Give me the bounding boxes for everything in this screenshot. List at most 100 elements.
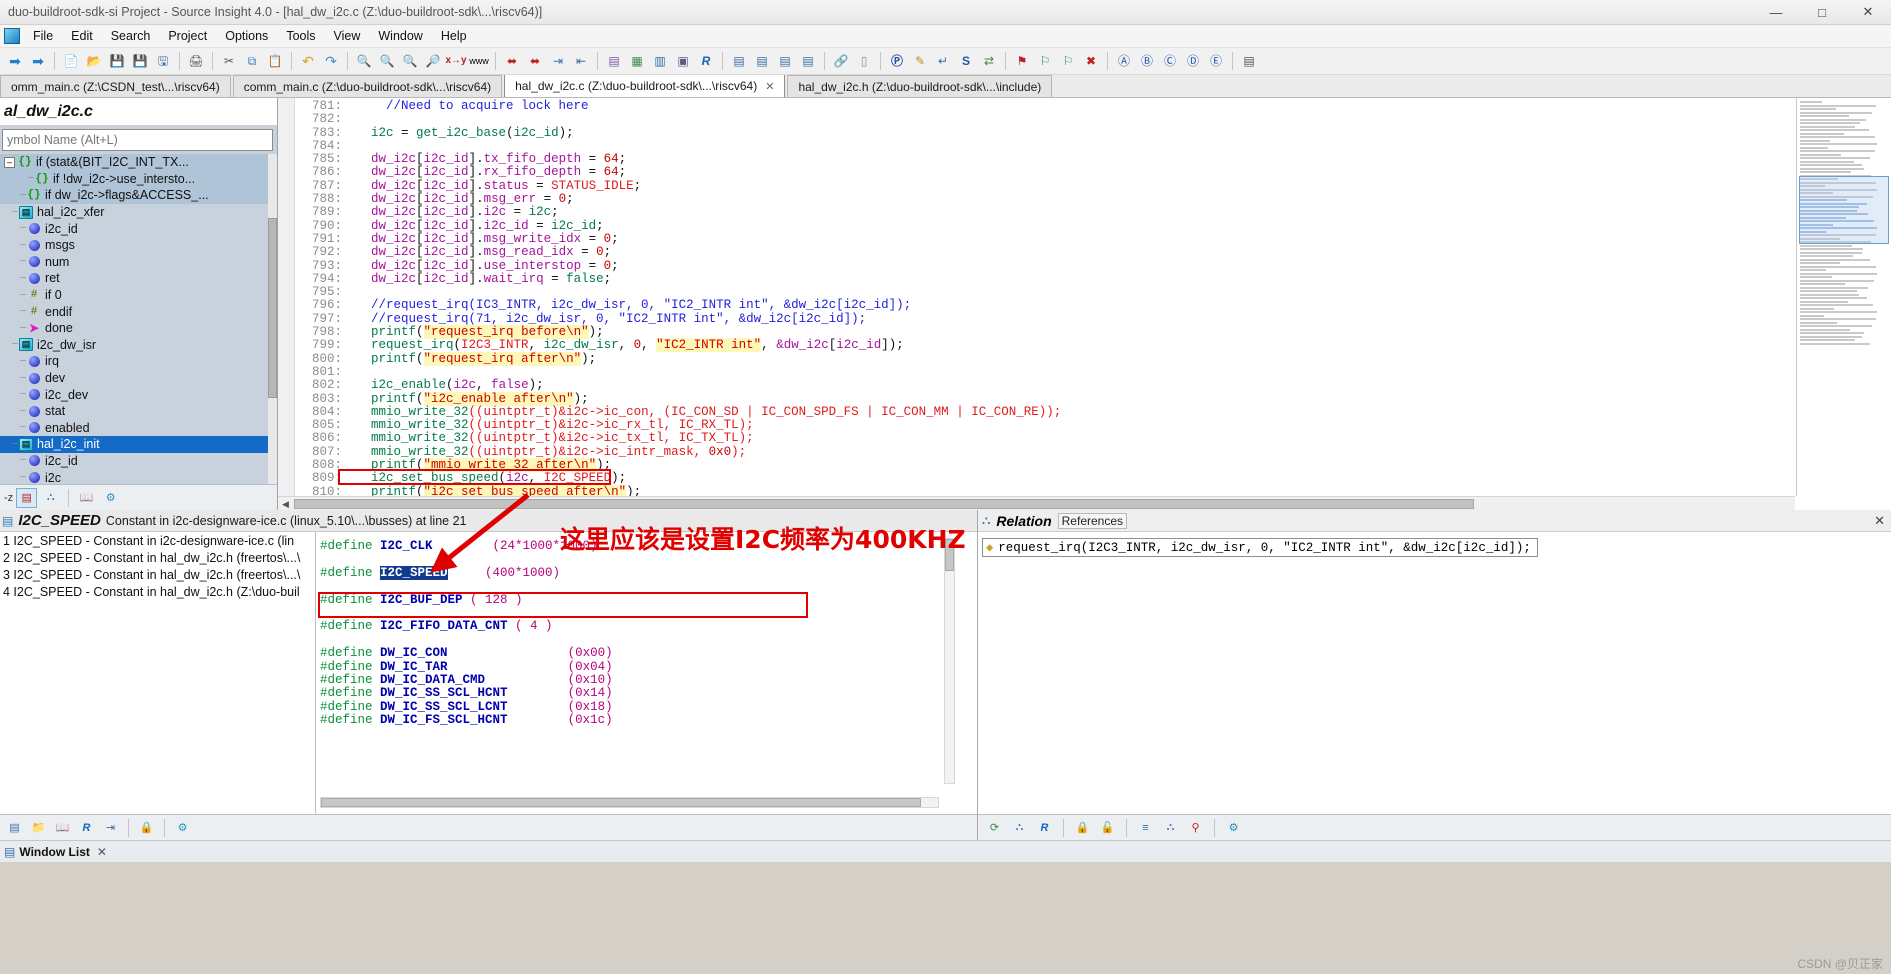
code-line[interactable]: 795: <box>296 285 1795 299</box>
code-line[interactable]: 808: printf("mmio_write_32 after\n"); <box>296 458 1795 473</box>
tree-icon[interactable]: ⛬ <box>1160 818 1181 838</box>
relation-item[interactable]: ◆ request_irq(I2C3_INTR, i2c_dw_isr, 0, … <box>982 538 1538 557</box>
lock-icon[interactable]: 🔒 <box>136 818 157 838</box>
bold-p-icon[interactable]: Ⓟ <box>886 51 908 72</box>
code-line[interactable]: 782: <box>296 112 1795 126</box>
cut-icon[interactable]: ✂ <box>218 51 240 72</box>
toggle-icon[interactable]: ▤ <box>1238 51 1260 72</box>
tab-close-icon[interactable]: ✕ <box>765 80 774 93</box>
panel-1-icon[interactable]: ▤ <box>728 51 750 72</box>
bookmark-prev-icon[interactable]: ⚐ <box>1057 51 1079 72</box>
menu-window[interactable]: Window <box>369 26 431 46</box>
paste-icon[interactable]: 📋 <box>264 51 286 72</box>
symbol-tree-item[interactable]: ┄ irq <box>0 353 277 370</box>
replace-icon[interactable]: x→y <box>445 51 467 72</box>
bookmark-right-icon[interactable]: ⬌ <box>524 51 546 72</box>
panel-3-icon[interactable]: ▤ <box>774 51 796 72</box>
symbol-window-icon[interactable]: ▤ <box>603 51 625 72</box>
undo-icon[interactable]: ↶ <box>297 51 319 72</box>
close-icon[interactable]: ✕ <box>1845 0 1891 25</box>
code-line[interactable]: 809: i2c_set_bus_speed(i2c, I2C_SPEED); <box>296 472 1795 486</box>
tab-comm-main-csdn[interactable]: omm_main.c (Z:\CSDN_test\...\riscv64) <box>0 75 231 97</box>
relation-body[interactable]: ◆ request_irq(I2C3_INTR, i2c_dw_isr, 0, … <box>978 532 1891 814</box>
print-icon[interactable]: 🖨 <box>185 51 207 72</box>
lookup-result-item[interactable]: 3 I2C_SPEED - Constant in hal_dw_i2c.h (… <box>0 568 315 585</box>
forward-arrow-icon[interactable]: ➡ <box>27 51 49 72</box>
open-folder-icon[interactable]: 📂 <box>83 51 105 72</box>
menu-file[interactable]: File <box>24 26 62 46</box>
vscrollbar-thumb[interactable] <box>945 539 954 571</box>
symbol-tree-item[interactable]: ┄ i2c_id <box>0 220 277 237</box>
r-symbol-icon[interactable]: R <box>695 51 717 72</box>
gear-icon[interactable]: ⚙ <box>172 818 193 838</box>
code-line[interactable]: 804: mmio_write_32((uintptr_t)&i2c->ic_c… <box>296 405 1795 419</box>
block-b-icon[interactable]: Ⓑ <box>1136 51 1158 72</box>
symbol-tree-item[interactable]: ┄ ▤ hal_i2c_init <box>0 436 277 453</box>
expand-icon[interactable]: ⛬ <box>1009 818 1030 838</box>
hscrollbar-thumb[interactable] <box>321 798 921 807</box>
code-line[interactable]: 810: printf("i2c_set_bus_speed after\n")… <box>296 484 1795 496</box>
r-icon[interactable]: R <box>1034 818 1055 838</box>
tab-hal-dw-i2c-c[interactable]: hal_dw_i2c.c (Z:\duo-buildroot-sdk\...\r… <box>504 75 786 97</box>
block-d-icon[interactable]: Ⓓ <box>1182 51 1204 72</box>
browse-icon[interactable]: ▤ <box>4 818 25 838</box>
editor-minimap[interactable] <box>1796 98 1891 496</box>
list-sync-icon[interactable]: ⇄ <box>978 51 1000 72</box>
unlock-icon[interactable]: 🔓 <box>1097 818 1118 838</box>
redo-icon[interactable]: ↷ <box>320 51 342 72</box>
symbol-tree-item[interactable]: ┄ i2c_dev <box>0 386 277 403</box>
symbol-tree-scrollbar[interactable] <box>268 154 277 484</box>
symbol-search-input[interactable]: ymbol Name (Alt+L) <box>2 129 273 151</box>
block-a-icon[interactable]: Ⓐ <box>1113 51 1135 72</box>
code-line[interactable]: 802: i2c_enable(i2c, false); <box>296 378 1795 392</box>
code-line[interactable]: 793: dw_i2c[i2c_id].use_interstop = 0; <box>296 259 1795 273</box>
symbol-tree-item[interactable]: ┄{} if !dw_i2c->use_intersto... <box>0 170 277 188</box>
code-line[interactable]: 790: dw_i2c[i2c_id].i2c_id = i2c_id; <box>296 219 1795 233</box>
new-file-icon[interactable]: 📄 <box>60 51 82 72</box>
scroll-left-icon[interactable]: ◀ <box>279 498 292 510</box>
symbol-tree-item[interactable]: ┄ ➤ done <box>0 320 277 337</box>
search-down-icon[interactable]: 🔍 <box>399 51 421 72</box>
filter-icon[interactable]: ⚲ <box>1185 818 1206 838</box>
panel-4-icon[interactable]: ▤ <box>797 51 819 72</box>
scrollbar-thumb[interactable] <box>268 218 277 398</box>
book-icon[interactable]: 📖 <box>52 818 73 838</box>
code-line[interactable]: 792: dw_i2c[i2c_id].msg_read_idx = 0; <box>296 245 1795 259</box>
hscrollbar-thumb[interactable] <box>294 499 1474 509</box>
symbol-tree-item[interactable]: ┄ msgs <box>0 237 277 254</box>
code-line[interactable]: 801: <box>296 365 1795 379</box>
code-line[interactable]: 800: printf("request_irq after\n"); <box>296 351 1795 366</box>
lookup-result-item[interactable]: 2 I2C_SPEED - Constant in hal_dw_i2c.h (… <box>0 551 315 568</box>
link-icon[interactable]: ⇥ <box>100 818 121 838</box>
doc-pair-icon[interactable]: ▯ <box>853 51 875 72</box>
symbol-tree-item[interactable]: ┄ dev <box>0 370 277 387</box>
symbol-tree-item[interactable]: ┄{} if dw_i2c->flags&ACCESS_... <box>0 187 277 204</box>
symbol-tree-item[interactable]: ┄ ▤ hal_i2c_xfer <box>0 204 277 221</box>
code-line[interactable]: 781: //Need to acquire lock here <box>296 99 1795 113</box>
code-line[interactable]: 789: dw_i2c[i2c_id].i2c = i2c; <box>296 206 1795 220</box>
bookmark-clear-icon[interactable]: ✖ <box>1080 51 1102 72</box>
symbol-tree-item[interactable]: –{} if (stat&(BIT_I2C_INT_TX... <box>0 154 277 171</box>
menu-view[interactable]: View <box>325 26 370 46</box>
preview-hscrollbar[interactable] <box>320 797 939 808</box>
code-line[interactable]: 799: request_irq(I2C3_INTR, i2c_dw_isr, … <box>296 338 1795 353</box>
context-window-icon[interactable]: ▦ <box>626 51 648 72</box>
tree-expander-icon[interactable]: – <box>4 156 15 168</box>
web-search-icon[interactable]: www <box>468 51 490 72</box>
symbol-tree-item[interactable]: ┄ enabled <box>0 420 277 437</box>
highlight-icon[interactable]: ✎ <box>909 51 931 72</box>
folder-icon[interactable]: 📁 <box>28 818 49 838</box>
symbol-tree-item[interactable]: ┄ # if 0 <box>0 287 277 304</box>
refresh-icon[interactable]: ⟳ <box>984 818 1005 838</box>
symbol-tree-item[interactable]: ┄ i2c <box>0 469 277 484</box>
code-line[interactable]: 788: dw_i2c[i2c_id].msg_err = 0; <box>296 192 1795 206</box>
lookup-result-item[interactable]: 1 I2C_SPEED - Constant in i2c-designware… <box>0 534 315 551</box>
bookmark-add-icon[interactable]: ⚑ <box>1011 51 1033 72</box>
code-line[interactable]: 806: mmio_write_32((uintptr_t)&i2c->ic_t… <box>296 432 1795 446</box>
sort-az-icon[interactable]: -z <box>4 492 13 504</box>
symbol-tree-item[interactable]: ┄ num <box>0 254 277 271</box>
list-icon[interactable]: ≡ <box>1135 818 1156 838</box>
symbol-tree-item[interactable]: ┄ i2c_id <box>0 453 277 470</box>
reference-window-icon[interactable]: ▣ <box>672 51 694 72</box>
lookup-preview[interactable]: #define I2C_CLK (24*1000*1000) #define I… <box>316 532 977 814</box>
